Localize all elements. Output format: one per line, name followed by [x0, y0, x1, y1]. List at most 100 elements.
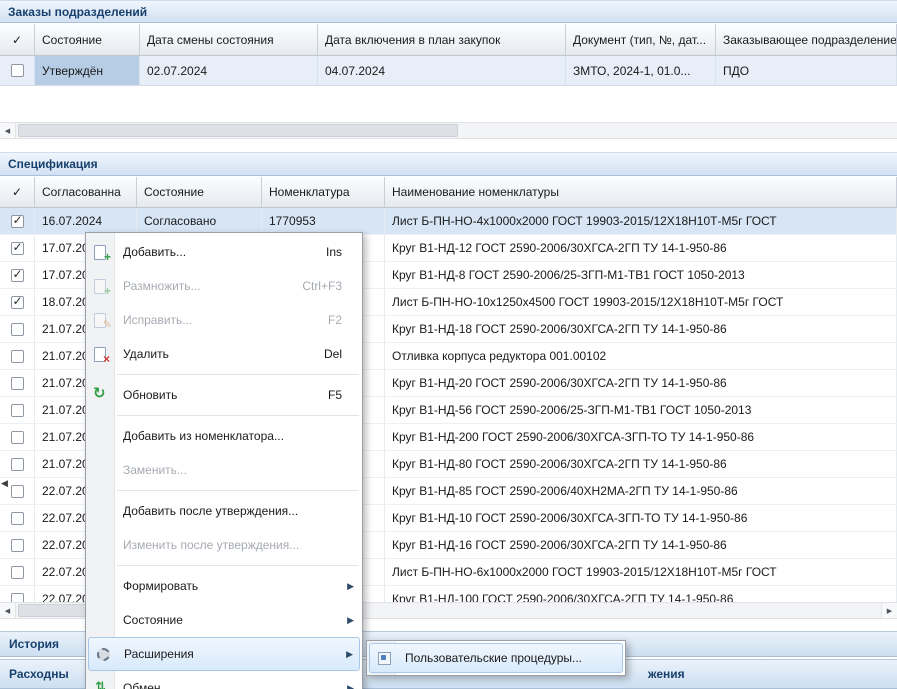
submenu-item[interactable]: Пользовательские процедуры... — [369, 643, 623, 673]
menu-item: Заменить... — [86, 453, 362, 487]
spec-row-check-cell — [0, 451, 35, 477]
extensions-icon — [94, 646, 112, 662]
spec-row-name: Отливка корпуса редуктора 001.00102 — [385, 343, 897, 369]
menu-item-shortcut: Del — [324, 347, 342, 361]
submenu-arrow-icon — [342, 581, 354, 592]
orders-panel-header: Заказы подразделений — [0, 0, 897, 23]
menu-icon — [91, 503, 109, 519]
row-checkbox[interactable] — [11, 485, 24, 498]
spec-panel-header: Спецификация — [0, 152, 897, 176]
row-checkbox[interactable] — [11, 458, 24, 471]
menu-item-label: Состояние — [123, 613, 330, 627]
menu-item[interactable]: Расширения — [88, 637, 360, 671]
second-panel-title-fragment-right: жения — [648, 667, 685, 681]
spec-row-check-cell — [0, 262, 35, 288]
row-checkbox[interactable] — [11, 512, 24, 525]
orders-col-plan-date[interactable]: Дата включения в план закупок — [318, 24, 566, 55]
menu-icon — [91, 537, 109, 553]
spec-row-check-cell — [0, 397, 35, 423]
spec-row[interactable]: 16.07.2024 Согласовано 1770953 Лист Б-ПН… — [0, 208, 897, 235]
menu-separator — [117, 490, 359, 491]
row-checkbox[interactable] — [11, 323, 24, 336]
orders-col-state[interactable]: Состояние — [35, 24, 140, 55]
app-window: Заказы подразделений ✓ Состояние Дата см… — [0, 0, 897, 689]
orders-row-state-change-date: 02.07.2024 — [140, 56, 318, 85]
menu-item-label: Добавить... — [123, 245, 314, 259]
row-checkbox[interactable] — [11, 377, 24, 390]
orders-table-header: ✓ Состояние Дата смены состояния Дата вк… — [0, 24, 897, 56]
menu-item[interactable]: Добавить после утверждения... — [86, 494, 362, 528]
row-checkbox[interactable] — [11, 404, 24, 417]
collapse-left-icon[interactable] — [1, 478, 8, 489]
spec-col-nomenclature-name[interactable]: Наименование номенклатуры — [385, 177, 897, 207]
spec-row-nomenclature: 1770953 — [262, 208, 385, 234]
history-panel-title: История — [9, 637, 59, 651]
submenu-arrow-icon — [341, 649, 353, 660]
orders-row-plan-date: 04.07.2024 — [318, 56, 566, 85]
refresh-icon — [91, 387, 109, 403]
scroll-left-icon[interactable] — [0, 603, 16, 618]
row-checkbox[interactable] — [11, 64, 24, 77]
orders-row[interactable]: Утверждён 02.07.2024 04.07.2024 ЗМТО, 20… — [0, 56, 897, 86]
copy-doc-icon — [91, 278, 109, 294]
row-checkbox[interactable] — [11, 269, 24, 282]
context-menu: Добавить... Ins Размножить... Ctrl+F3 Ис… — [85, 232, 363, 689]
spec-col-agreed-date[interactable]: Согласованна — [35, 177, 137, 207]
orders-hscrollbar[interactable] — [0, 122, 897, 139]
spec-row-check-cell — [0, 208, 35, 234]
menu-item-shortcut: Ins — [326, 245, 342, 259]
menu-icon — [91, 428, 109, 444]
spec-col-state[interactable]: Состояние — [137, 177, 262, 207]
scroll-right-icon[interactable] — [881, 603, 897, 618]
delete-doc-icon — [91, 346, 109, 362]
spec-row-name: Круг В1-НД-10 ГОСТ 2590-2006/30ХГСА-ЗГП-… — [385, 505, 897, 531]
exchange-icon — [91, 680, 109, 689]
spec-row-name: Круг В1-НД-85 ГОСТ 2590-2006/40ХН2МА-2ГП… — [385, 478, 897, 504]
spec-row-name: Круг В1-НД-56 ГОСТ 2590-2006/25-ЗГП-М1-Т… — [385, 397, 897, 423]
spec-row-name: Круг В1-НД-12 ГОСТ 2590-2006/30ХГСА-2ГП … — [385, 235, 897, 261]
row-checkbox[interactable] — [11, 566, 24, 579]
menu-item-label: Добавить из номенклатора... — [123, 429, 330, 443]
spec-row-check-cell — [0, 424, 35, 450]
menu-item[interactable]: Формировать — [86, 569, 362, 603]
spec-row-check-cell — [0, 316, 35, 342]
spec-row-check-cell — [0, 343, 35, 369]
second-panel-title-fragment: Расходны — [9, 667, 69, 681]
menu-item[interactable]: Добавить из номенклатора... — [86, 419, 362, 453]
orders-row-state: Утверждён — [35, 56, 140, 85]
orders-row-check-cell — [0, 56, 35, 85]
spec-row-agreed-date: 16.07.2024 — [35, 208, 137, 234]
spec-col-nomenclature[interactable]: Номенклатура — [262, 177, 385, 207]
spec-row-name: Круг В1-НД-20 ГОСТ 2590-2006/30ХГСА-2ГП … — [385, 370, 897, 396]
extensions-submenu: Пользовательские процедуры... — [366, 640, 626, 676]
menu-item[interactable]: Добавить... Ins — [86, 235, 362, 269]
menu-item[interactable]: Обновить F5 — [86, 378, 362, 412]
spec-row-check-cell — [0, 532, 35, 558]
spec-row-name: Круг В1-НД-8 ГОСТ 2590-2006/25-ЗГП-М1-ТВ… — [385, 262, 897, 288]
orders-col-state-change-date[interactable]: Дата смены состояния — [140, 24, 318, 55]
menu-item-label: Заменить... — [123, 463, 330, 477]
menu-item[interactable]: Удалить Del — [86, 337, 362, 371]
menu-item[interactable]: Обмен — [86, 671, 362, 689]
row-checkbox[interactable] — [11, 296, 24, 309]
orders-row-department: ПДО — [716, 56, 897, 85]
menu-item-label: Удалить — [123, 347, 312, 361]
orders-col-document[interactable]: Документ (тип, №, дат... — [566, 24, 716, 55]
spec-row-check-cell — [0, 370, 35, 396]
orders-select-all-header[interactable]: ✓ — [0, 24, 35, 55]
scroll-thumb[interactable] — [18, 124, 458, 137]
row-checkbox[interactable] — [11, 350, 24, 363]
row-checkbox[interactable] — [11, 539, 24, 552]
spec-select-all-header[interactable]: ✓ — [0, 177, 35, 207]
menu-item-shortcut: F5 — [328, 388, 342, 402]
menu-item-label: Обмен — [123, 681, 330, 689]
menu-item[interactable]: Состояние — [86, 603, 362, 637]
orders-col-department[interactable]: Заказывающее подразделение — [716, 24, 897, 55]
orders-panel-title: Заказы подразделений — [8, 5, 147, 19]
row-checkbox[interactable] — [11, 242, 24, 255]
row-checkbox[interactable] — [11, 215, 24, 228]
menu-item-label: Размножить... — [123, 279, 290, 293]
row-checkbox[interactable] — [11, 431, 24, 444]
spec-row-name: Лист Б-ПН-НО-10х1250х4500 ГОСТ 19903-201… — [385, 289, 897, 315]
scroll-left-icon[interactable] — [0, 123, 16, 138]
